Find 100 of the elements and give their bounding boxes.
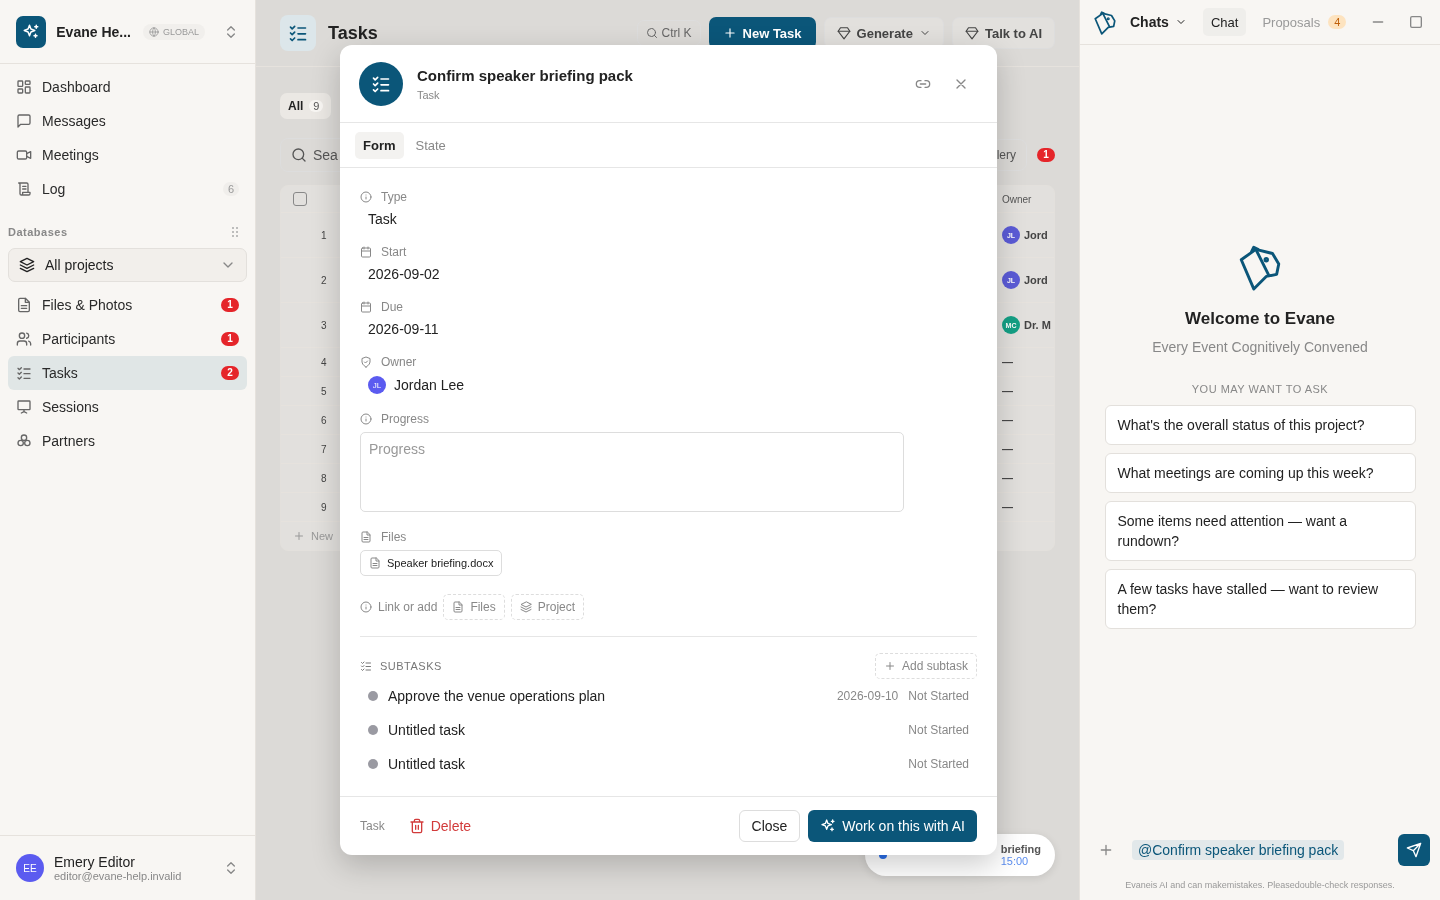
field-value[interactable]: Task xyxy=(368,211,977,227)
add-subtask-button[interactable]: Add subtask xyxy=(874,653,977,679)
tab[interactable]: Proposals 4 xyxy=(1254,8,1355,36)
owner-name[interactable]: Jordan Lee xyxy=(394,377,465,393)
field-label: Due xyxy=(381,300,403,314)
nav-item[interactable]: Messages xyxy=(8,104,247,138)
calendar-icon xyxy=(360,246,372,258)
maximize-icon[interactable] xyxy=(1408,14,1425,30)
search-icon xyxy=(645,27,658,39)
info-icon xyxy=(360,191,372,203)
empty-cell: — xyxy=(1002,501,1013,513)
close-button[interactable]: Close xyxy=(738,810,801,842)
trash-icon xyxy=(408,818,425,834)
document-icon xyxy=(452,601,465,613)
sparkles-icon xyxy=(820,818,837,834)
row-number: 6 xyxy=(321,414,328,426)
empty-cell: — xyxy=(1002,443,1013,455)
globe-icon xyxy=(148,26,159,37)
layers-icon xyxy=(519,601,532,613)
workspace-name[interactable]: Evane He... xyxy=(56,23,131,40)
nav-item[interactable]: Meetings xyxy=(8,138,247,172)
page-title: Tasks xyxy=(328,22,378,44)
layers-icon xyxy=(19,257,35,273)
mention-chip[interactable]: @Confirm speaker briefing pack xyxy=(1132,840,1345,860)
owner-name: Dr. M xyxy=(1024,319,1051,331)
nav-item[interactable]: Files & Photos 1 xyxy=(8,288,247,322)
status-dot xyxy=(368,725,378,735)
filter-tab[interactable]: All 9 xyxy=(280,93,332,119)
row-number: 8 xyxy=(321,472,328,484)
field-label: Start xyxy=(381,245,407,259)
circles-icon xyxy=(16,433,32,449)
row-number: 5 xyxy=(321,385,328,397)
presentation-icon xyxy=(16,399,32,415)
disclaimer: Evaneis AI and can makemistakes. Pleasedouble-check responses. xyxy=(1124,879,1396,892)
tab[interactable]: State xyxy=(407,131,454,159)
due-date: 2026-09-10 xyxy=(836,689,899,703)
nav-item[interactable]: Sessions xyxy=(8,390,247,424)
checklist-icon xyxy=(360,660,372,672)
checklist-icon xyxy=(280,15,316,51)
nav-item[interactable]: Tasks 2 xyxy=(8,356,247,390)
field-label: Progress xyxy=(381,412,430,426)
tab[interactable]: Chat xyxy=(1202,8,1247,36)
checkbox[interactable] xyxy=(293,192,307,206)
plus-icon xyxy=(722,26,737,40)
owner-name: Jord xyxy=(1024,229,1048,241)
send-button[interactable] xyxy=(1398,834,1430,866)
calendar-icon xyxy=(360,301,372,313)
row-number: 1 xyxy=(321,229,328,241)
user-avatar: EE xyxy=(16,854,44,882)
count: 6 xyxy=(222,182,239,196)
status-dot xyxy=(368,759,378,769)
drag-handle-icon[interactable] xyxy=(231,226,239,238)
checklist-icon xyxy=(359,61,403,106)
people-icon xyxy=(16,331,32,347)
work-with-ai-button[interactable]: Work on this with AI xyxy=(808,810,977,842)
nav-item[interactable]: Partners xyxy=(8,424,247,458)
link-option-button[interactable]: Project xyxy=(510,594,585,620)
field-label: Files xyxy=(381,530,407,544)
field-value[interactable]: 2026-09-11 xyxy=(368,321,977,337)
dialog-title: Confirm speaker briefing pack xyxy=(417,66,634,84)
field-value[interactable]: 2026-09-02 xyxy=(368,266,977,282)
project-dropdown[interactable]: All projects xyxy=(8,248,247,282)
plus-icon xyxy=(883,660,896,672)
mascot-logo-icon xyxy=(1092,9,1118,35)
search-icon xyxy=(291,147,307,163)
suggestion-button[interactable]: What meetings are coming up this week? xyxy=(1104,453,1416,493)
delete-button[interactable]: Delete xyxy=(408,818,472,834)
status-label: Not Started xyxy=(908,723,969,737)
tab[interactable]: Form xyxy=(355,131,404,159)
workspace-logo xyxy=(16,15,47,48)
grid-icon xyxy=(16,79,32,95)
suggestion-button[interactable]: A few tasks have stalled — want to review them? xyxy=(1104,569,1416,629)
tagline: Every Event Cognitively Convened xyxy=(1152,339,1368,355)
empty-cell: — xyxy=(1002,385,1013,397)
status-label: Not Started xyxy=(908,689,969,703)
checklist-icon xyxy=(16,365,32,381)
nav-item[interactable]: Participants 1 xyxy=(8,322,247,356)
gem-icon xyxy=(836,26,851,40)
empty-cell: — xyxy=(1002,356,1013,368)
talk-to-ai-button[interactable]: Talk to AI xyxy=(951,17,1055,49)
suggestion-button[interactable]: Some items need attention — want a rundown? xyxy=(1104,501,1416,561)
field-label: Type xyxy=(381,190,407,204)
progress-field[interactable]: Progress xyxy=(360,432,904,512)
field-label: Owner xyxy=(381,355,417,369)
file-chip[interactable]: Speaker briefing.docx xyxy=(360,550,503,576)
user-email: editor@evane-help.invalid xyxy=(54,870,183,882)
video-camera-icon xyxy=(16,147,32,163)
nav-item[interactable]: Dashboard xyxy=(8,70,247,104)
welcome-title: Welcome to Evane xyxy=(1185,309,1335,329)
owner-name: Jord xyxy=(1024,274,1048,286)
add-icon[interactable] xyxy=(1098,842,1114,858)
chats-menu[interactable]: Chats xyxy=(1130,14,1187,30)
column-header[interactable]: Owner xyxy=(1002,193,1052,205)
nav-item[interactable]: Log 6 xyxy=(8,172,247,206)
count-badge: 1 xyxy=(221,298,239,312)
count-badge: 2 xyxy=(221,366,239,380)
empty-cell: — xyxy=(1002,472,1013,484)
owner-avatar: JL xyxy=(368,376,386,394)
link-option-button[interactable]: Files xyxy=(443,594,505,620)
suggestion-button[interactable]: What's the overall status of this project? xyxy=(1104,405,1416,445)
